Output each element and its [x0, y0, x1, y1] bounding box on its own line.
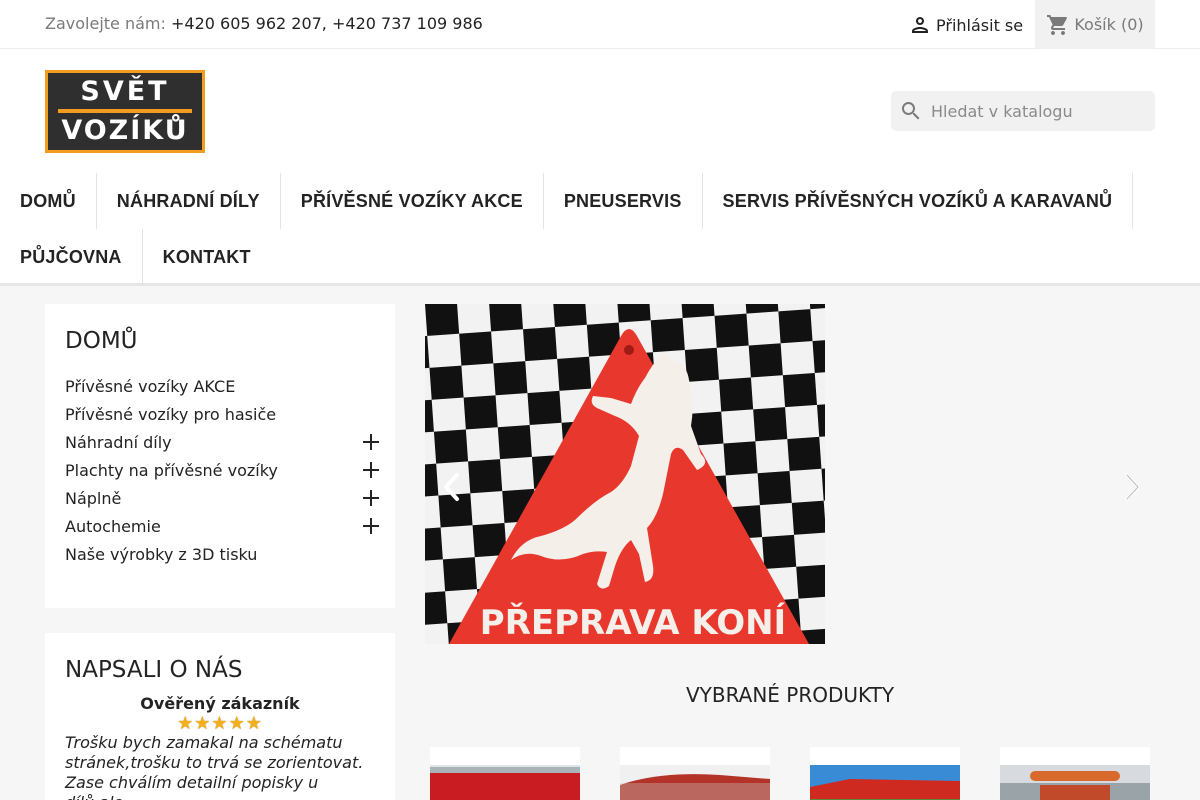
star-icon: ★: [245, 713, 263, 734]
category-item[interactable]: Náplně: [65, 484, 385, 512]
product-thumbnail[interactable]: [430, 747, 580, 800]
product-thumbnail[interactable]: [620, 747, 770, 800]
logo-bar: [58, 109, 192, 113]
contact-phones[interactable]: +420 605 962 207, +420 737 109 986: [171, 14, 483, 33]
product-thumbnail[interactable]: [1000, 747, 1150, 800]
category-tree: DOMŮ Přívěsné vozíky AKCE Přívěsné vozík…: [45, 304, 395, 608]
slider-next-arrow-icon[interactable]: [1123, 472, 1143, 502]
star-icon: ★: [228, 713, 246, 734]
menu-item-pujcovna[interactable]: PŮJČOVNA: [0, 229, 143, 285]
reviews-box: NAPSALI O NÁS Ověřený zákazník ★★★★★ Tro…: [45, 633, 395, 800]
expand-plus-icon[interactable]: [363, 434, 379, 450]
category-item[interactable]: Autochemie: [65, 512, 385, 540]
category-label[interactable]: Přívěsné vozíky pro hasiče: [65, 405, 276, 424]
main-menu: DOMŮ NÁHRADNÍ DÍLY PŘÍVĚSNÉ VOZÍKY AKCE …: [0, 173, 1200, 286]
category-tree-title[interactable]: DOMŮ: [65, 328, 138, 354]
contact-label: Zavolejte nám:: [45, 14, 166, 33]
slide-caption: PŘEPRAVA KONÍ: [480, 602, 786, 643]
product-image: [430, 765, 580, 800]
contact-info: Zavolejte nám: +420 605 962 207, +420 73…: [45, 14, 483, 33]
logo-line-2: VOZÍKŮ: [61, 115, 189, 146]
menu-item-privesne-voziky-akce[interactable]: PŘÍVĚSNÉ VOZÍKY AKCE: [281, 173, 544, 229]
site-logo[interactable]: SVĚT VOZÍKŮ: [45, 70, 205, 153]
product-image: [1000, 765, 1150, 800]
star-icon: ★: [211, 713, 229, 734]
category-label[interactable]: Autochemie: [65, 517, 161, 536]
verified-customer-label: Ověřený zákazník: [140, 694, 300, 713]
rating-stars: ★★★★★: [45, 713, 395, 734]
category-item[interactable]: Přívěsné vozíky pro hasiče: [65, 400, 385, 428]
menu-item-pneuservis[interactable]: PNEUSERVIS: [544, 173, 703, 229]
search-input[interactable]: [931, 101, 1141, 121]
cart-label: Košík: [1074, 15, 1116, 34]
menu-row: DOMŮ NÁHRADNÍ DÍLY PŘÍVĚSNÉ VOZÍKY AKCE …: [0, 173, 1134, 229]
category-label[interactable]: Náhradní díly: [65, 433, 172, 452]
category-label[interactable]: Náplně: [65, 489, 121, 508]
star-icon: ★: [177, 713, 195, 734]
cart-icon: [1047, 14, 1068, 35]
cart-count: (0): [1120, 15, 1144, 34]
menu-row: PŮJČOVNA KONTAKT: [0, 229, 271, 285]
signin-link[interactable]: Přihlásit se: [908, 13, 1023, 37]
featured-products-title: VYBRANÉ PRODUKTY: [685, 683, 895, 707]
menu-item-servis[interactable]: SERVIS PŘÍVĚSNÝCH VOZÍKŮ A KARAVANŮ: [703, 173, 1134, 229]
category-item[interactable]: Přívěsné vozíky AKCE: [65, 372, 385, 400]
product-thumbnail[interactable]: [810, 747, 960, 800]
expand-plus-icon[interactable]: [363, 490, 379, 506]
expand-plus-icon[interactable]: [363, 462, 379, 478]
search-icon[interactable]: [899, 99, 923, 123]
menu-item-kontakt[interactable]: KONTAKT: [143, 229, 271, 285]
expand-plus-icon[interactable]: [363, 518, 379, 534]
logo-line-1: SVĚT: [80, 76, 170, 107]
category-item[interactable]: Náhradní díly: [65, 428, 385, 456]
category-item[interactable]: Naše výrobky z 3D tisku: [65, 540, 385, 568]
menu-item-nahradni-dily[interactable]: NÁHRADNÍ DÍLY: [97, 173, 281, 229]
category-list: Přívěsné vozíky AKCE Přívěsné vozíky pro…: [65, 372, 385, 568]
image-slider: PŘEPRAVA KONÍ: [425, 304, 1155, 644]
category-item[interactable]: Plachty na přívěsné vozíky: [65, 456, 385, 484]
slider-prev-arrow-icon[interactable]: [441, 472, 461, 502]
product-image: [810, 765, 960, 800]
star-icon: ★: [194, 713, 212, 734]
reviews-title: NAPSALI O NÁS: [65, 657, 243, 683]
header: SVĚT VOZÍKŮ: [0, 49, 1200, 173]
product-image: [620, 765, 770, 800]
user-icon: [912, 17, 928, 33]
category-label[interactable]: Naše výrobky z 3D tisku: [65, 545, 257, 564]
menu-item-domu[interactable]: DOMŮ: [0, 173, 97, 229]
slide-image[interactable]: PŘEPRAVA KONÍ: [425, 304, 825, 644]
top-bar: Zavolejte nám: +420 605 962 207, +420 73…: [0, 0, 1200, 49]
review-text: Trošku bych zamakal na schématu stránek,…: [65, 733, 364, 800]
category-label[interactable]: Plachty na přívěsné vozíky: [65, 461, 278, 480]
category-label[interactable]: Přívěsné vozíky AKCE: [65, 377, 235, 396]
search-box: [891, 91, 1155, 131]
signin-label: Přihlásit se: [936, 15, 1024, 35]
cart-button[interactable]: Košík (0): [1035, 0, 1155, 49]
